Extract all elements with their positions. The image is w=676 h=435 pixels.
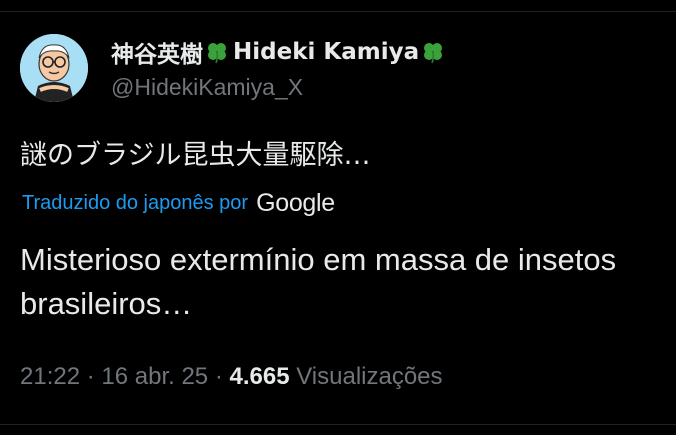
meta-separator: · — [80, 363, 102, 390]
translated-text: Misterioso extermínio em massa de inseto… — [20, 242, 617, 321]
translation-attribution[interactable]: Traduzido do japonês por Google — [22, 188, 335, 218]
translated-by-label[interactable]: Traduzido do japonês por — [22, 192, 248, 215]
google-logo: Google — [256, 188, 335, 217]
author-display-name[interactable]: 神谷英樹 — [111, 35, 203, 69]
meta-separator: · — [208, 363, 230, 390]
bottom-divider — [0, 424, 676, 425]
author-handle[interactable]: @HidekiKamiya_X — [111, 74, 303, 101]
avatar[interactable] — [20, 34, 88, 102]
top-divider — [0, 0, 676, 12]
tweet-meta: 21:22 · 16 abr. 25 · 4.665 Visualizações — [20, 363, 443, 391]
tweet-date[interactable]: 16 abr. 25 — [101, 363, 208, 390]
tweet-text: 謎のブラジル昆虫大量駆除… — [20, 140, 371, 171]
four-leaf-clover-icon — [424, 43, 443, 64]
four-leaf-clover-icon — [208, 43, 226, 64]
avatar-image — [20, 34, 88, 102]
author-display-name-latin[interactable]: Hideki Kamiya — [233, 39, 419, 65]
views-label[interactable]: Visualizações — [290, 363, 442, 390]
views-count[interactable]: 4.665 — [229, 363, 289, 390]
author-name-row[interactable]: 神谷英樹 Hideki Kamiya — [111, 36, 449, 68]
tweet-time[interactable]: 21:22 — [20, 363, 80, 390]
